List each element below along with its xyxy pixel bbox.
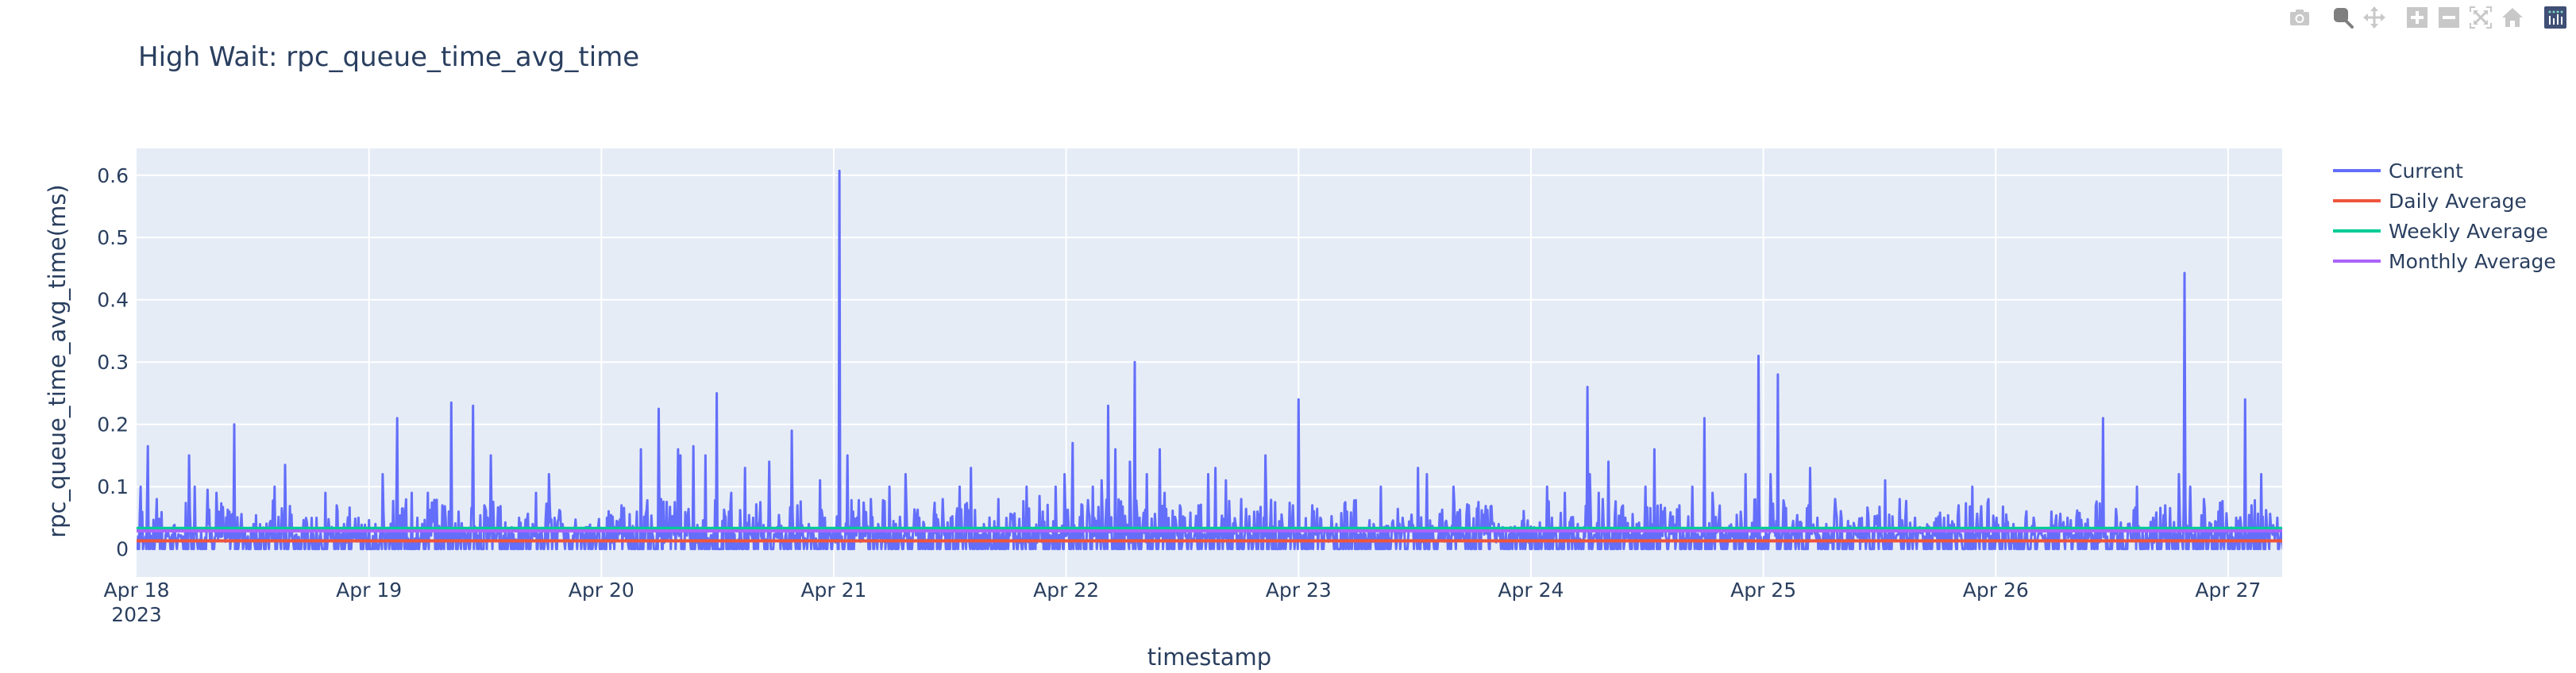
y-tick-label: 0.2 — [97, 413, 129, 436]
x-axis-title: timestamp — [1147, 644, 1271, 671]
x-tick-label: Apr 27 — [2195, 579, 2261, 602]
x-tick-label: Apr 18 2023 — [103, 579, 169, 626]
legend-label: Weekly Average — [2389, 220, 2548, 243]
legend: Current Daily Average Weekly Average Monthl… — [2333, 160, 2556, 273]
y-tick-label: 0.1 — [97, 475, 129, 498]
y-tick-label: 0.6 — [97, 164, 129, 187]
x-tick-label: Apr 22 — [1033, 579, 1099, 602]
x-tick-label: Apr 21 — [800, 579, 866, 602]
x-tick-label: Apr 26 — [1963, 579, 2029, 602]
legend-item-current[interactable]: Current — [2333, 160, 2463, 183]
x-axis-ticks: Apr 18 2023 Apr 19 Apr 20 Apr 21 Apr 22 Apr 23… — [103, 579, 2261, 626]
legend-label: Current — [2389, 160, 2463, 183]
x-tick-label: Apr 20 — [569, 579, 634, 602]
legend-label: Monthly Average — [2389, 250, 2556, 273]
x-tick-label: Apr 23 — [1266, 579, 1332, 602]
y-tick-label: 0.3 — [97, 351, 129, 374]
legend-label: Daily Average — [2389, 190, 2527, 213]
legend-item-monthly-average[interactable]: Monthly Average — [2333, 250, 2556, 273]
y-tick-label: 0 — [116, 538, 129, 561]
plot-area[interactable]: Apr 18 2023 Apr 19 Apr 20 Apr 21 Apr 22 Apr 23… — [0, 0, 2576, 673]
legend-item-daily-average[interactable]: Daily Average — [2333, 190, 2527, 213]
y-axis-title: rpc_queue_time_avg_time(ms) — [44, 184, 71, 538]
y-tick-label: 0.4 — [97, 289, 129, 312]
legend-item-weekly-average[interactable]: Weekly Average — [2333, 220, 2548, 243]
y-axis-ticks: 0 0.1 0.2 0.3 0.4 0.5 0.6 — [97, 164, 129, 561]
x-tick-label: Apr 24 — [1498, 579, 1564, 602]
x-tick-label: Apr 25 — [1730, 579, 1796, 602]
x-tick-label: Apr 19 — [336, 579, 402, 602]
y-tick-label: 0.5 — [97, 226, 129, 249]
